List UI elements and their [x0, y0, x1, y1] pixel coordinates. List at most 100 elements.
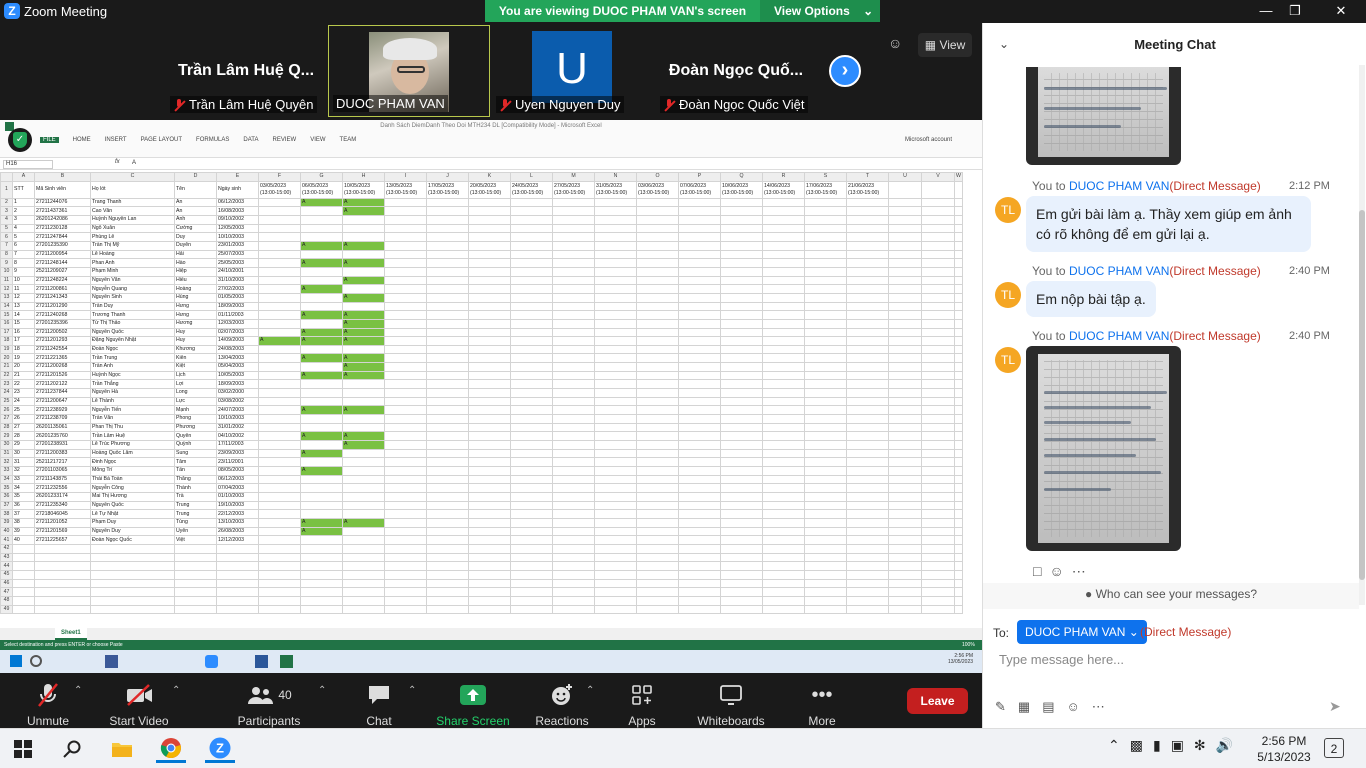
empty-cell[interactable]	[921, 457, 955, 467]
empty-cell[interactable]	[954, 301, 963, 312]
attendance-cell[interactable]	[720, 457, 763, 467]
attendance-cell[interactable]	[300, 275, 343, 286]
empty-cell[interactable]	[468, 543, 511, 554]
attendance-cell[interactable]	[804, 310, 847, 320]
empty-cell[interactable]	[888, 431, 922, 442]
attendance-cell[interactable]	[720, 388, 763, 398]
empty-cell[interactable]	[921, 431, 955, 442]
column-letter[interactable]: W	[954, 172, 963, 182]
attendance-cell[interactable]	[468, 431, 511, 442]
empty-cell[interactable]	[342, 543, 385, 554]
empty-cell[interactable]	[954, 491, 963, 502]
attendance-cell[interactable]	[804, 405, 847, 416]
attendance-cell[interactable]	[426, 457, 469, 467]
empty-cell[interactable]	[921, 353, 955, 364]
attendance-cell[interactable]	[804, 327, 847, 338]
empty-cell[interactable]	[921, 474, 955, 485]
empty-cell[interactable]	[174, 587, 217, 597]
attendance-cell[interactable]	[468, 353, 511, 364]
attendance-cell[interactable]	[846, 474, 889, 485]
empty-cell[interactable]	[954, 232, 963, 242]
attendance-cell[interactable]: A	[342, 353, 385, 364]
empty-cell[interactable]	[90, 561, 175, 571]
attendance-cell[interactable]	[678, 474, 721, 485]
cell[interactable]: Lê Tự Nhật	[90, 509, 175, 519]
attendance-cell[interactable]	[384, 197, 427, 208]
attendance-cell[interactable]	[552, 474, 595, 485]
attendance-cell[interactable]	[762, 440, 805, 450]
attendance-cell[interactable]	[552, 214, 595, 225]
column-letter[interactable]: O	[636, 172, 679, 182]
attendance-cell[interactable]	[552, 370, 595, 381]
attendance-cell[interactable]: A	[300, 466, 343, 476]
attendance-cell[interactable]	[510, 258, 553, 268]
empty-cell[interactable]	[954, 266, 963, 277]
attendance-cell[interactable]	[426, 466, 469, 476]
empty-cell[interactable]	[216, 569, 259, 580]
attendance-cell[interactable]	[300, 414, 343, 424]
attendance-cell[interactable]	[510, 440, 553, 450]
empty-cell[interactable]	[888, 422, 922, 433]
ribbon-tab[interactable]: FORMULAS	[196, 137, 229, 143]
date-column-header[interactable]: 27/05/2023 (13:00-15:00)	[552, 180, 595, 199]
empty-cell[interactable]	[921, 318, 955, 329]
empty-cell[interactable]	[954, 223, 963, 234]
attendance-cell[interactable]	[426, 310, 469, 320]
attendance-cell[interactable]	[636, 232, 679, 242]
cell[interactable]: 32	[12, 466, 35, 476]
send-icon[interactable]: ➤	[1329, 698, 1341, 715]
cell[interactable]: 10	[12, 275, 35, 286]
empty-cell[interactable]	[954, 275, 963, 286]
attendance-cell[interactable]	[678, 388, 721, 398]
column-letter[interactable]: M	[552, 172, 595, 182]
attendance-cell[interactable]: A	[342, 431, 385, 442]
attendance-cell[interactable]	[552, 491, 595, 502]
cell[interactable]: 12/03/2003	[216, 318, 259, 329]
empty-cell[interactable]	[954, 440, 963, 450]
attendance-cell[interactable]: A	[300, 405, 343, 416]
attendance-cell[interactable]: A	[300, 526, 343, 537]
cell[interactable]: 06/12/2003	[216, 474, 259, 485]
empty-cell[interactable]	[954, 258, 963, 268]
attendance-cell[interactable]	[846, 318, 889, 329]
date-column-header[interactable]: 17/05/2023 (13:00-15:00)	[426, 180, 469, 199]
row-number[interactable]: 44	[0, 561, 13, 571]
cell[interactable]: 25211217217	[34, 457, 91, 467]
participant-tile[interactable]: U Uyen Nguyen Duy	[492, 25, 654, 117]
empty-cell[interactable]	[921, 214, 955, 225]
attendance-cell[interactable]	[468, 249, 511, 260]
cell[interactable]: Trung	[174, 500, 217, 511]
empty-cell[interactable]	[258, 552, 301, 563]
row-number[interactable]: 17	[0, 327, 13, 338]
empty-cell[interactable]	[468, 595, 511, 606]
attendance-cell[interactable]	[426, 214, 469, 225]
cell[interactable]: 27211201526	[34, 370, 91, 381]
attendance-cell[interactable]	[258, 396, 301, 407]
cell[interactable]: Tùng	[174, 517, 217, 528]
attendance-cell[interactable]	[846, 448, 889, 459]
attendance-cell[interactable]	[468, 396, 511, 407]
attendance-cell[interactable]	[342, 301, 385, 312]
attendance-cell[interactable]	[720, 509, 763, 519]
attendance-cell[interactable]	[384, 336, 427, 346]
format-icon[interactable]: ✎	[995, 699, 1006, 715]
empty-cell[interactable]	[804, 595, 847, 606]
attendance-cell[interactable]	[594, 474, 637, 485]
cell[interactable]: Phan Anh	[90, 258, 175, 268]
attendance-cell[interactable]	[426, 431, 469, 442]
empty-cell[interactable]	[888, 240, 922, 251]
cell[interactable]: Hưng	[174, 310, 217, 320]
attendance-cell[interactable]	[384, 318, 427, 329]
attendance-cell[interactable]	[636, 500, 679, 511]
attendance-cell[interactable]	[552, 422, 595, 433]
attendance-cell[interactable]	[678, 353, 721, 364]
column-header[interactable]: STT	[12, 180, 35, 199]
attendance-cell[interactable]	[762, 310, 805, 320]
attendance-cell[interactable]	[720, 206, 763, 216]
chrome-icon[interactable]	[156, 735, 186, 763]
attendance-cell[interactable]	[552, 509, 595, 519]
attendance-cell[interactable]: A	[342, 318, 385, 329]
empty-cell[interactable]	[954, 353, 963, 364]
attendance-cell[interactable]	[594, 344, 637, 355]
cell[interactable]: Thắng	[174, 474, 217, 485]
